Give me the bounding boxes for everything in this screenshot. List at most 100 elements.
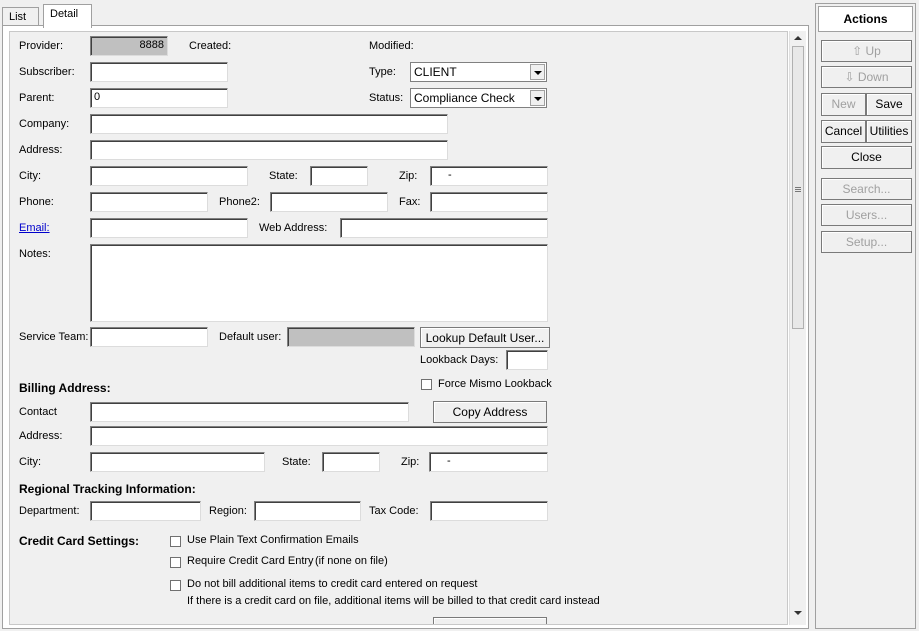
region-field[interactable] xyxy=(254,501,361,521)
web-address-label: Web Address: xyxy=(259,222,328,234)
notes-textarea[interactable] xyxy=(90,244,548,322)
address-field[interactable] xyxy=(90,140,448,160)
service-team-field[interactable] xyxy=(90,327,208,347)
email-link[interactable]: Email: xyxy=(19,222,50,234)
actions-panel: Actions ⇧ Up ⇩ Down New Save Cancel Util… xyxy=(815,3,916,629)
down-button[interactable]: ⇩ Down xyxy=(821,66,912,88)
copy-address-button[interactable]: Copy Address xyxy=(433,401,547,423)
phone-field[interactable] xyxy=(90,192,208,212)
fax-field[interactable] xyxy=(430,192,548,212)
billing-address-field[interactable] xyxy=(90,426,548,446)
address-label: Address: xyxy=(19,144,63,156)
provider-field[interactable]: 8888 xyxy=(90,36,168,56)
status-label: Status: xyxy=(369,92,404,104)
status-select-value: Compliance Check xyxy=(414,91,515,105)
no-bill-additional-note: If there is a credit card on file, addit… xyxy=(187,595,600,607)
force-mismo-checkbox[interactable] xyxy=(421,379,432,390)
city-field[interactable] xyxy=(90,166,248,186)
new-button[interactable]: New xyxy=(821,93,866,116)
notes-label: Notes: xyxy=(19,248,51,260)
state-label: State: xyxy=(269,170,298,182)
scroll-up-arrow-icon[interactable] xyxy=(794,36,802,40)
modified-label: Modified: xyxy=(369,40,414,52)
service-team-label: Service Team: xyxy=(19,331,89,343)
save-button[interactable]: Save xyxy=(866,93,912,116)
down-label: Down xyxy=(857,70,889,84)
up-button[interactable]: ⇧ Up xyxy=(821,40,912,62)
scroll-down-arrow-icon[interactable] xyxy=(794,611,802,615)
billing-city-field[interactable] xyxy=(90,452,265,472)
type-label: Type: xyxy=(369,66,396,78)
plain-text-emails-checkbox[interactable] xyxy=(170,536,181,547)
chevron-down-icon[interactable] xyxy=(530,90,545,106)
up-label: Up xyxy=(865,44,881,58)
partial-button[interactable] xyxy=(433,617,547,624)
billing-state-label: State: xyxy=(282,456,311,468)
type-select[interactable]: CLIENT xyxy=(410,62,547,82)
lookback-days-field[interactable] xyxy=(506,350,548,370)
scrollbar-thumb[interactable] xyxy=(792,46,804,329)
parent-field[interactable]: 0 xyxy=(90,88,228,108)
city-label: City: xyxy=(19,170,41,182)
billing-address-heading: Billing Address: xyxy=(19,381,111,395)
region-label: Region: xyxy=(209,505,247,517)
actions-title: Actions xyxy=(818,6,913,32)
web-address-field[interactable] xyxy=(340,218,548,238)
tax-code-label: Tax Code: xyxy=(369,505,419,517)
setup-button[interactable]: Setup... xyxy=(821,231,912,253)
phone2-field[interactable] xyxy=(270,192,388,212)
plain-text-emails-label: Use Plain Text Confirmation Emails xyxy=(187,534,359,546)
parent-label: Parent: xyxy=(19,92,55,104)
default-user-label: Default user: xyxy=(219,331,282,343)
arrow-down-icon: ⇩ xyxy=(844,70,858,84)
billing-zip-label: Zip: xyxy=(401,456,420,468)
search-button[interactable]: Search... xyxy=(821,178,912,200)
zip-field[interactable]: - xyxy=(430,166,548,186)
billing-zip-field[interactable]: - xyxy=(429,452,548,472)
tab-detail-label: Detail xyxy=(50,8,79,20)
default-user-field[interactable] xyxy=(287,327,415,347)
billing-city-label: City: xyxy=(19,456,41,468)
grip-icon xyxy=(795,187,801,188)
billing-address-label: Address: xyxy=(19,430,63,442)
close-button[interactable]: Close xyxy=(821,146,912,169)
require-cc-label: Require Credit Card Entry xyxy=(187,555,314,567)
lookup-default-user-button[interactable]: Lookup Default User... xyxy=(420,327,550,348)
billing-state-field[interactable] xyxy=(322,452,380,472)
state-field[interactable] xyxy=(310,166,368,186)
tax-code-field[interactable] xyxy=(430,501,548,521)
require-cc-note: (if none on file) xyxy=(315,555,388,567)
department-field[interactable] xyxy=(90,501,201,521)
subscriber-field[interactable] xyxy=(90,62,228,82)
require-cc-checkbox[interactable] xyxy=(170,557,181,568)
arrow-up-icon: ⇧ xyxy=(852,44,866,58)
created-label: Created: xyxy=(189,40,232,52)
regional-tracking-heading: Regional Tracking Information: xyxy=(19,482,196,496)
vertical-scrollbar[interactable] xyxy=(789,31,806,625)
fax-label: Fax: xyxy=(399,196,421,208)
billing-contact-field[interactable] xyxy=(90,402,409,422)
provider-label: Provider: xyxy=(19,40,64,52)
utilities-button[interactable]: Utilities xyxy=(866,120,912,143)
type-select-value: CLIENT xyxy=(414,65,457,79)
chevron-down-icon[interactable] xyxy=(530,64,545,80)
no-bill-additional-label: Do not bill additional items to credit c… xyxy=(187,578,478,590)
email-field[interactable] xyxy=(90,218,248,238)
lookback-days-label: Lookback Days: xyxy=(420,354,499,366)
cancel-button[interactable]: Cancel xyxy=(821,120,866,143)
users-button[interactable]: Users... xyxy=(821,204,912,226)
tab-detail[interactable]: Detail xyxy=(43,4,92,28)
tab-list-label: List xyxy=(9,11,27,23)
credit-card-settings-heading: Credit Card Settings: xyxy=(19,534,140,548)
department-label: Department: xyxy=(19,505,80,517)
no-bill-additional-checkbox[interactable] xyxy=(170,580,181,591)
company-field[interactable] xyxy=(90,114,448,134)
tab-list[interactable]: List xyxy=(2,7,39,26)
company-label: Company: xyxy=(19,118,70,130)
zip-label: Zip: xyxy=(399,170,418,182)
detail-form: Provider: 8888 Created: Modified: Subscr… xyxy=(9,31,788,625)
status-select[interactable]: Compliance Check xyxy=(410,88,547,108)
subscriber-label: Subscriber: xyxy=(19,66,75,78)
phone-label: Phone: xyxy=(19,196,54,208)
force-mismo-label: Force Mismo Lookback xyxy=(438,378,552,390)
